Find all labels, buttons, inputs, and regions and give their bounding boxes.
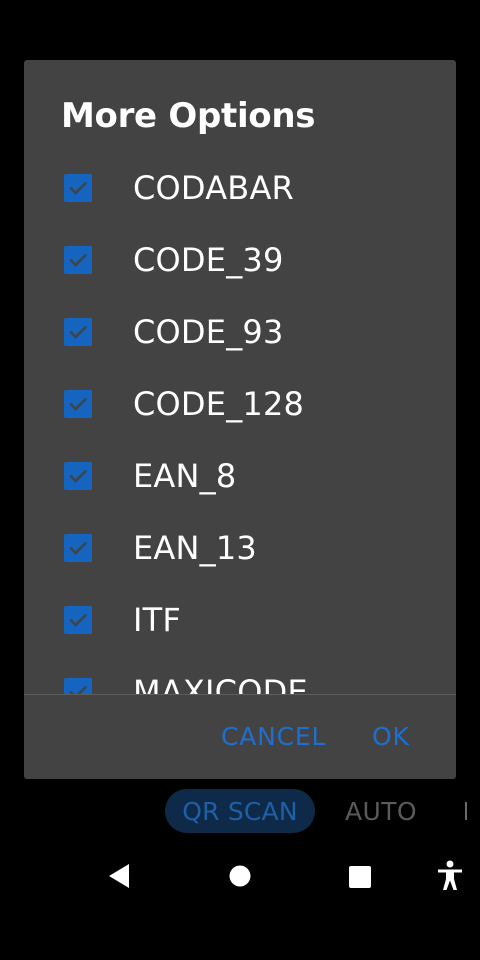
option-label: ITF: [133, 601, 181, 639]
cancel-button[interactable]: CANCEL: [221, 717, 326, 757]
option-itf[interactable]: ITF: [24, 584, 456, 656]
back-icon[interactable]: [107, 863, 131, 889]
checkbox-checked-icon[interactable]: [64, 534, 92, 562]
option-maxicode[interactable]: MAXICODE: [24, 656, 456, 694]
checkbox-checked-icon[interactable]: [64, 678, 92, 694]
option-codabar[interactable]: CODABAR: [24, 152, 456, 224]
option-label: CODE_93: [133, 313, 284, 351]
scan-mode-bar: QR SCAN AUTO: [0, 788, 480, 836]
checkbox-checked-icon[interactable]: [64, 462, 92, 490]
checkbox-checked-icon[interactable]: [64, 174, 92, 202]
dialog-actions: CANCEL OK: [24, 695, 456, 779]
option-label: MAXICODE: [133, 673, 308, 694]
option-code-39[interactable]: CODE_39: [24, 224, 456, 296]
checkbox-checked-icon[interactable]: [64, 246, 92, 274]
checkbox-checked-icon[interactable]: [64, 318, 92, 346]
mode-qr-scan[interactable]: QR SCAN: [165, 789, 315, 833]
more-options-dialog: More Options CODABAR CODE_39 CODE_93 COD…: [24, 60, 456, 779]
recents-icon[interactable]: [348, 865, 372, 889]
options-list[interactable]: CODABAR CODE_39 CODE_93 CODE_128 EAN_8 E…: [24, 152, 456, 694]
mode-auto[interactable]: AUTO: [345, 790, 417, 834]
dialog-title: More Options: [61, 96, 316, 136]
option-label: EAN_8: [133, 457, 237, 495]
option-label: CODE_39: [133, 241, 284, 279]
mode-separator: [465, 802, 467, 820]
navigation-bar: [0, 846, 480, 906]
option-code-93[interactable]: CODE_93: [24, 296, 456, 368]
option-label: CODE_128: [133, 385, 305, 423]
option-ean-13[interactable]: EAN_13: [24, 512, 456, 584]
option-code-128[interactable]: CODE_128: [24, 368, 456, 440]
option-ean-8[interactable]: EAN_8: [24, 440, 456, 512]
screen: More Options CODABAR CODE_39 CODE_93 COD…: [0, 0, 480, 960]
checkbox-checked-icon[interactable]: [64, 606, 92, 634]
accessibility-icon[interactable]: [436, 860, 464, 892]
option-label: CODABAR: [133, 169, 294, 207]
home-icon[interactable]: [229, 865, 251, 887]
option-label: EAN_13: [133, 529, 257, 567]
checkbox-checked-icon[interactable]: [64, 390, 92, 418]
ok-button[interactable]: OK: [372, 717, 410, 757]
